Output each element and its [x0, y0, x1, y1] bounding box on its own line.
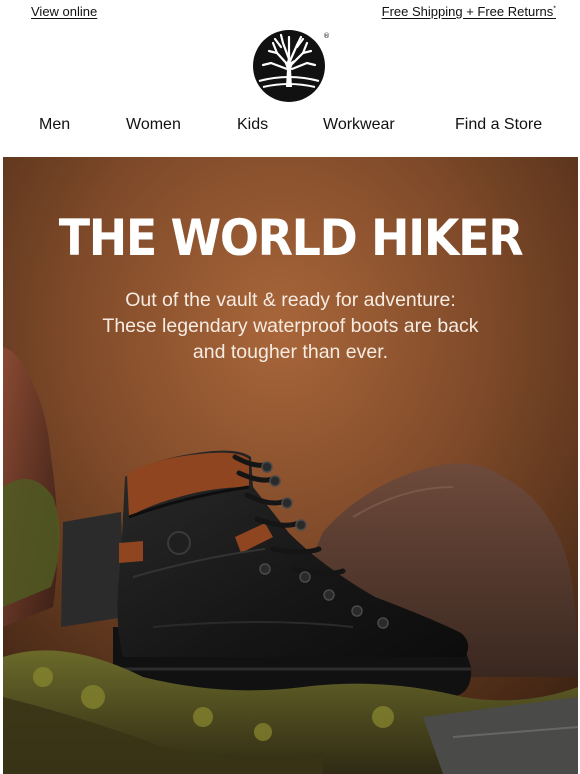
main-nav: Men Women Kids Workwear Find a Store: [0, 116, 580, 140]
registered-mark: ®: [323, 32, 330, 40]
nav-workwear[interactable]: Workwear: [323, 116, 395, 134]
tree-logo-icon[interactable]: ®: [251, 25, 335, 103]
hero-subtitle-line: These legendary waterproof boots are bac…: [102, 315, 479, 337]
hero-subtitle: Out of the vault & ready for adventure: …: [43, 287, 538, 365]
nav-men[interactable]: Men: [39, 116, 70, 134]
free-shipping-label: Free Shipping + Free Returns: [381, 4, 554, 19]
nav-kids[interactable]: Kids: [237, 116, 268, 134]
view-online-link[interactable]: View online: [31, 4, 97, 19]
hero-title: THE WORLD HIKER: [58, 209, 524, 267]
nav-women[interactable]: Women: [126, 116, 181, 134]
free-shipping-link[interactable]: Free Shipping + Free Returns*: [382, 4, 556, 19]
shipping-asterisk: *: [553, 5, 556, 13]
hero-subtitle-line: Out of the vault & ready for adventure:: [125, 289, 456, 311]
hero-subtitle-line: and tougher than ever.: [192, 341, 389, 363]
top-bar: View online Free Shipping + Free Returns…: [0, 0, 580, 26]
nav-find-a-store[interactable]: Find a Store: [455, 116, 542, 134]
hero-banner[interactable]: THE WORLD HIKER Out of the vault & ready…: [3, 157, 578, 774]
